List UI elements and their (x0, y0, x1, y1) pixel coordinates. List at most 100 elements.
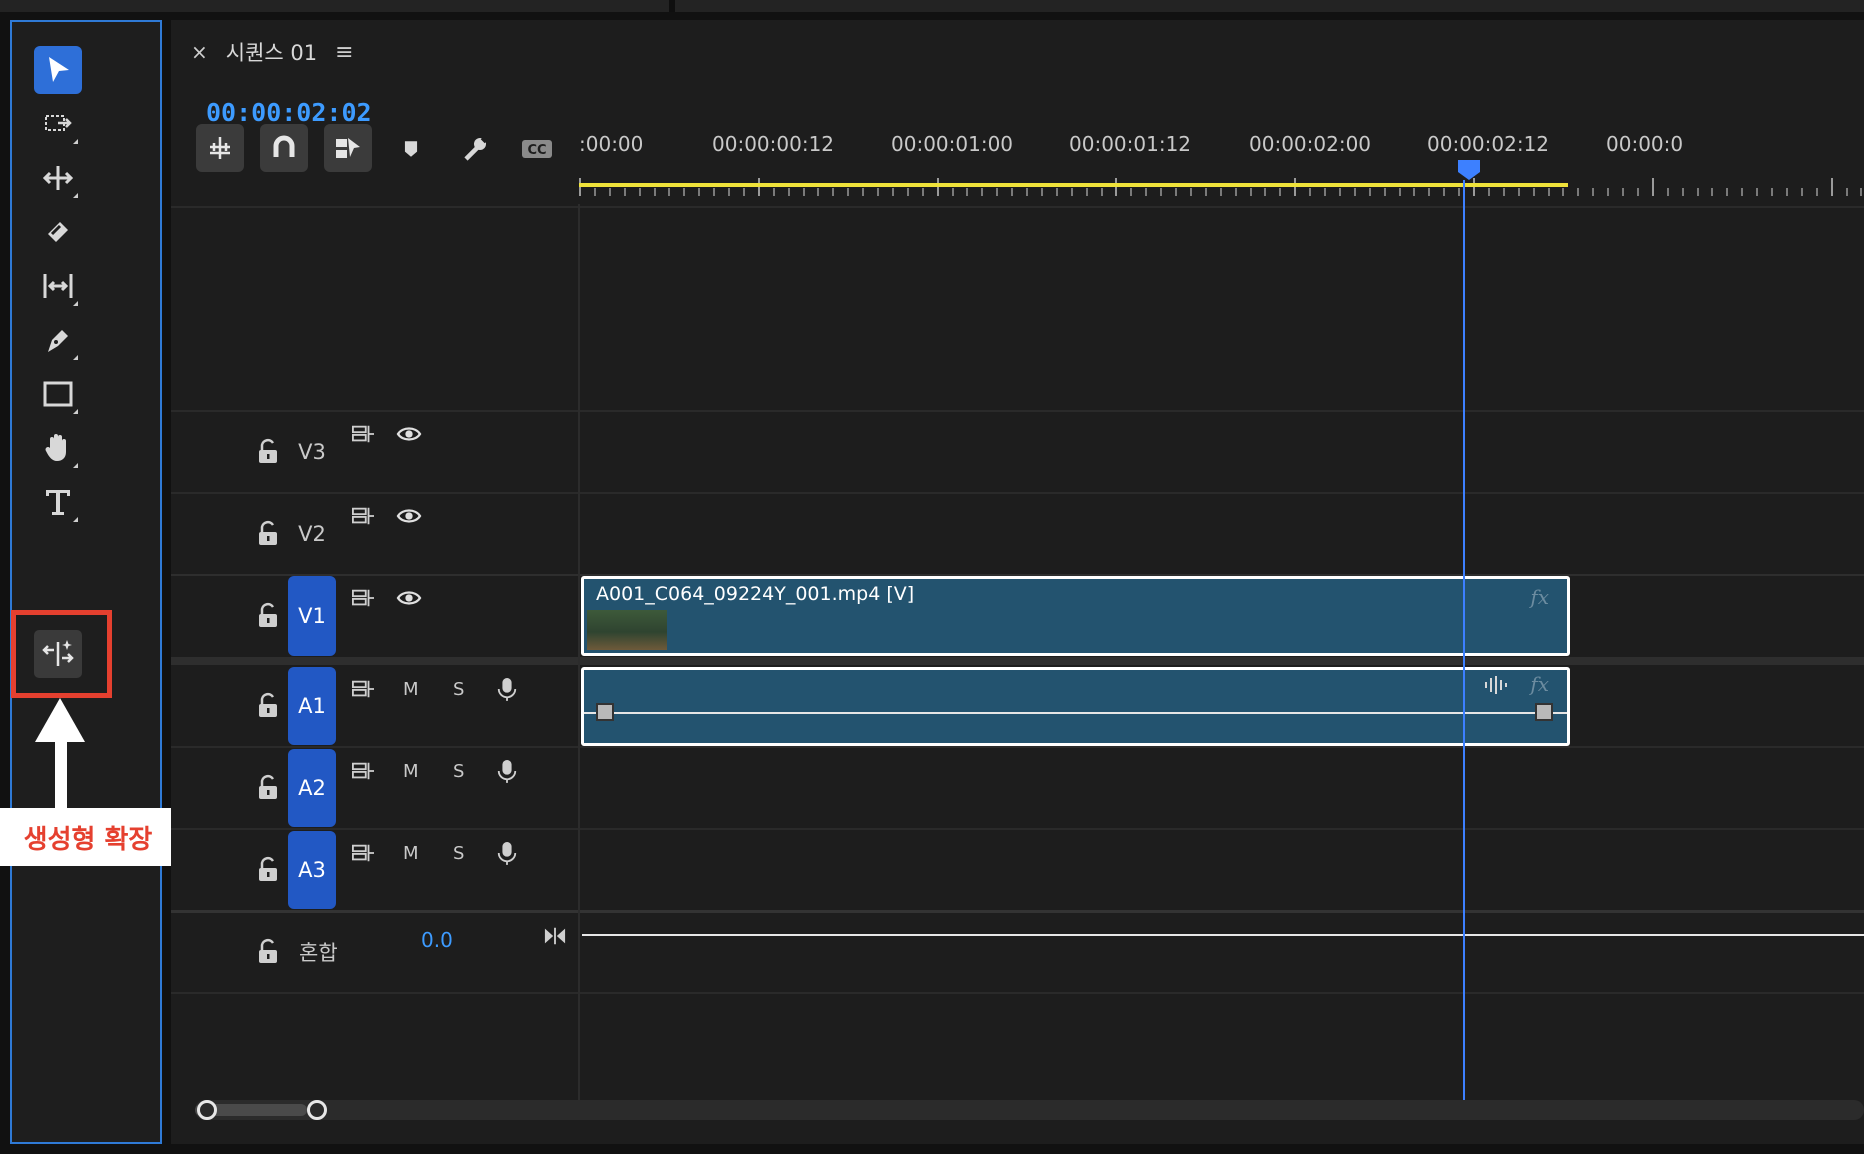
track-header-a2: A2 M S (171, 749, 579, 829)
callout-arrow (35, 698, 85, 742)
audio-volume-line[interactable] (584, 712, 1567, 714)
keyframe-end[interactable] (1535, 703, 1553, 721)
ripple-edit-tool[interactable] (34, 154, 82, 202)
ruler-label: 00:00:01:12 (1069, 132, 1192, 156)
nest-sequence-icon (210, 137, 230, 159)
add-marker-button[interactable] (394, 132, 428, 166)
fx-badge[interactable]: fx (1530, 585, 1549, 609)
sync-lock-icon[interactable] (349, 504, 377, 528)
sync-lock-icon[interactable] (349, 677, 377, 701)
mute-button[interactable]: M (403, 761, 419, 782)
sequence-tab[interactable]: × 시퀀스 01 ≡ (191, 32, 354, 72)
sync-lock-icon[interactable] (349, 586, 377, 610)
ruler-label: 00:00:02:12 (1427, 132, 1550, 156)
voice-over-record-icon[interactable] (493, 841, 521, 865)
callout-label: 생성형 확장 (0, 808, 176, 866)
snap-button[interactable] (260, 124, 308, 172)
insert-sequence-as-nest-button[interactable] (196, 124, 244, 172)
keyframe-start[interactable] (596, 703, 614, 721)
rectangle-tool[interactable] (34, 370, 82, 418)
type-icon (46, 490, 70, 515)
ruler-ticks (579, 178, 1862, 196)
solo-button[interactable]: S (453, 679, 464, 700)
work-area-bar[interactable] (579, 183, 1568, 187)
track-select-forward-icon (45, 115, 72, 131)
zoom-handle-right[interactable] (307, 1100, 327, 1120)
hand-tool[interactable] (34, 424, 82, 472)
eye-icon[interactable] (395, 586, 423, 610)
marker-icon (404, 141, 418, 157)
type-tool[interactable] (34, 478, 82, 526)
track-select-forward-tool[interactable] (34, 100, 82, 148)
selection-tool[interactable] (34, 46, 82, 94)
ruler-label: 00:00:0 (1606, 132, 1684, 156)
track-target-a2[interactable]: A2 (288, 749, 336, 827)
lock-icon[interactable] (257, 438, 279, 464)
go-to-out-point-icon[interactable] (541, 924, 569, 948)
audio-clip[interactable]: fx (581, 667, 1570, 746)
pen-tool[interactable] (34, 316, 82, 364)
ruler-label: 00:00:01:00 (891, 132, 1014, 156)
track-header-divider (578, 204, 580, 1114)
pen-icon (48, 330, 68, 352)
mute-button[interactable]: M (403, 843, 419, 864)
track-name[interactable]: V3 (288, 412, 336, 492)
voice-over-record-icon[interactable] (493, 759, 521, 783)
timeline-settings-button[interactable] (458, 132, 492, 166)
track-header-a1: A1 M S (171, 667, 579, 747)
voice-over-record-icon[interactable] (493, 677, 521, 701)
track-name[interactable]: V2 (288, 494, 336, 574)
divider (171, 992, 1864, 994)
timeline-scrollbar[interactable] (195, 1100, 1864, 1120)
zoom-handle-left[interactable] (197, 1100, 217, 1120)
slip-tool[interactable] (34, 262, 82, 310)
captions-button[interactable]: CC (520, 132, 554, 166)
lock-icon[interactable] (257, 774, 279, 800)
playhead-timecode[interactable]: 00:00:02:02 (206, 98, 372, 127)
top-panel-strip (0, 0, 1864, 12)
rectangle-icon (43, 381, 73, 407)
generative-extend-icon (42, 640, 74, 666)
track-target-a1[interactable]: A1 (288, 667, 336, 745)
generative-extend-tool[interactable] (34, 630, 82, 678)
eye-icon[interactable] (395, 504, 423, 528)
lock-icon[interactable] (257, 520, 279, 546)
razor-icon (48, 222, 68, 242)
razor-tool[interactable] (34, 208, 82, 256)
selection-arrow-icon (49, 57, 69, 82)
panel-menu-icon[interactable]: ≡ (335, 40, 353, 65)
lock-icon[interactable] (257, 856, 279, 882)
eye-icon[interactable] (395, 422, 423, 446)
time-ruler[interactable]: :00:00 00:00:00:12 00:00:01:00 00:00:01:… (579, 132, 1864, 204)
mix-volume-line[interactable] (582, 934, 1864, 936)
waveform-icon (1485, 676, 1507, 694)
solo-button[interactable]: S (453, 843, 464, 864)
linked-selection-icon (336, 138, 360, 158)
ruler-label: :00:00 (579, 132, 644, 156)
track-header-v2: V2 (171, 494, 579, 574)
solo-button[interactable]: S (453, 761, 464, 782)
track-target-a3[interactable]: A3 (288, 831, 336, 909)
ruler-label: 00:00:00:12 (712, 132, 835, 156)
ruler-label: 00:00:02:00 (1249, 132, 1372, 156)
lock-icon[interactable] (257, 602, 279, 628)
playhead[interactable] (1463, 180, 1465, 1115)
clip-name: A001_C064_09224Y_001.mp4 [V] (596, 583, 915, 605)
ripple-edit-icon (42, 166, 74, 190)
lock-icon[interactable] (257, 938, 279, 964)
sync-lock-icon[interactable] (349, 422, 377, 446)
track-header-v1: V1 (171, 576, 579, 656)
close-icon[interactable]: × (191, 40, 208, 64)
mute-button[interactable]: M (403, 679, 419, 700)
video-clip[interactable]: A001_C064_09224Y_001.mp4 [V] fx (581, 576, 1570, 656)
panel-divider[interactable] (669, 0, 675, 12)
linked-selection-button[interactable] (324, 124, 372, 172)
lock-icon[interactable] (257, 692, 279, 718)
track-target-v1[interactable]: V1 (288, 576, 336, 656)
magnet-icon (273, 135, 295, 157)
sync-lock-icon[interactable] (349, 841, 377, 865)
fx-badge[interactable]: fx (1530, 672, 1549, 696)
mix-track-label: 혼합 (299, 941, 338, 965)
mix-volume-value[interactable]: 0.0 (421, 928, 453, 952)
sync-lock-icon[interactable] (349, 759, 377, 783)
